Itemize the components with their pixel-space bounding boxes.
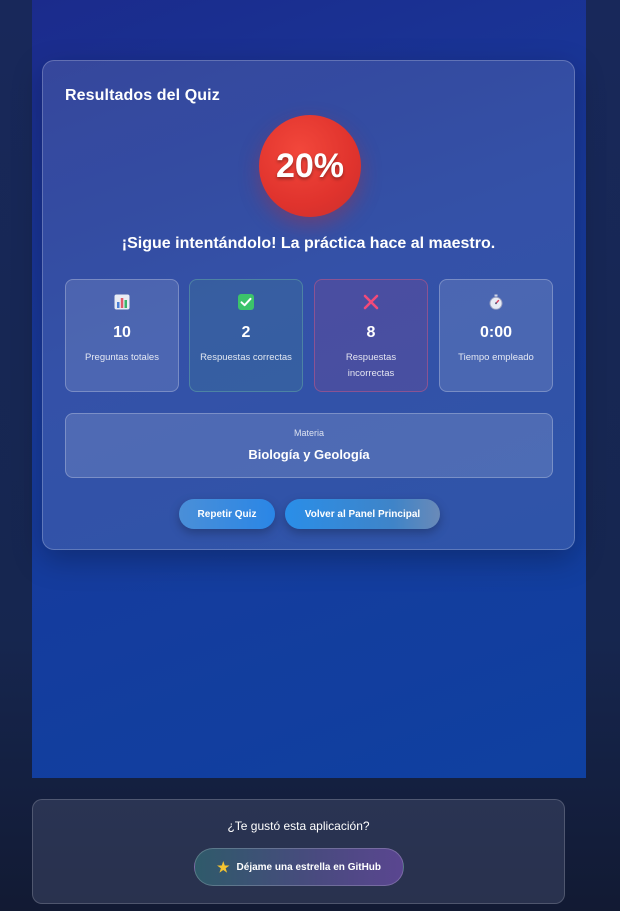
github-button-label: Déjame una estrella en GitHub xyxy=(236,861,382,873)
stat-label: Tiempo empleado xyxy=(458,352,534,363)
stat-label: Preguntas totales xyxy=(85,352,159,363)
cross-icon xyxy=(315,292,427,312)
stat-correct-answers: 2 Respuestas correctas xyxy=(189,279,303,392)
footer-card: ¿Te gustó esta aplicación? ★ Déjame una … xyxy=(32,799,565,904)
quiz-results-card: Resultados del Quiz 20% ¡Sigue intentánd… xyxy=(42,60,575,550)
stat-total-questions: 10 Preguntas totales xyxy=(65,279,179,392)
score-percentage: 20% xyxy=(275,146,345,185)
check-icon xyxy=(190,292,302,312)
card-title: Resultados del Quiz xyxy=(65,87,220,104)
stat-value: 0:00 xyxy=(479,324,513,341)
back-to-dashboard-button[interactable]: Volver al Panel Principal xyxy=(285,499,440,529)
stat-label: Respuestas incorrectas xyxy=(345,352,397,379)
subject-label: Materia xyxy=(293,428,324,438)
stat-incorrect-answers: 8 Respuestas incorrectas xyxy=(314,279,428,392)
stat-label: Respuestas correctas xyxy=(200,352,292,363)
stat-value: 2 xyxy=(241,324,251,341)
bar-chart-icon xyxy=(66,292,178,312)
stopwatch-icon xyxy=(440,292,552,312)
score-circle: 20% xyxy=(259,115,361,217)
footer-question: ¿Te gustó esta aplicación? xyxy=(227,819,370,833)
retry-quiz-button[interactable]: Repetir Quiz xyxy=(179,499,275,529)
subject-name: Biología y Geología xyxy=(248,447,370,462)
encouragement-message: ¡Sigue intentándolo! La práctica hace al… xyxy=(121,235,496,252)
stat-value: 10 xyxy=(113,324,131,341)
github-star-button[interactable]: ★ Déjame una estrella en GitHub xyxy=(194,848,404,886)
stat-time-spent: 0:00 Tiempo empleado xyxy=(439,279,553,392)
subject-box: Materia Biología y Geología xyxy=(65,413,553,478)
star-icon: ★ xyxy=(216,859,230,875)
stat-value: 8 xyxy=(366,324,376,341)
